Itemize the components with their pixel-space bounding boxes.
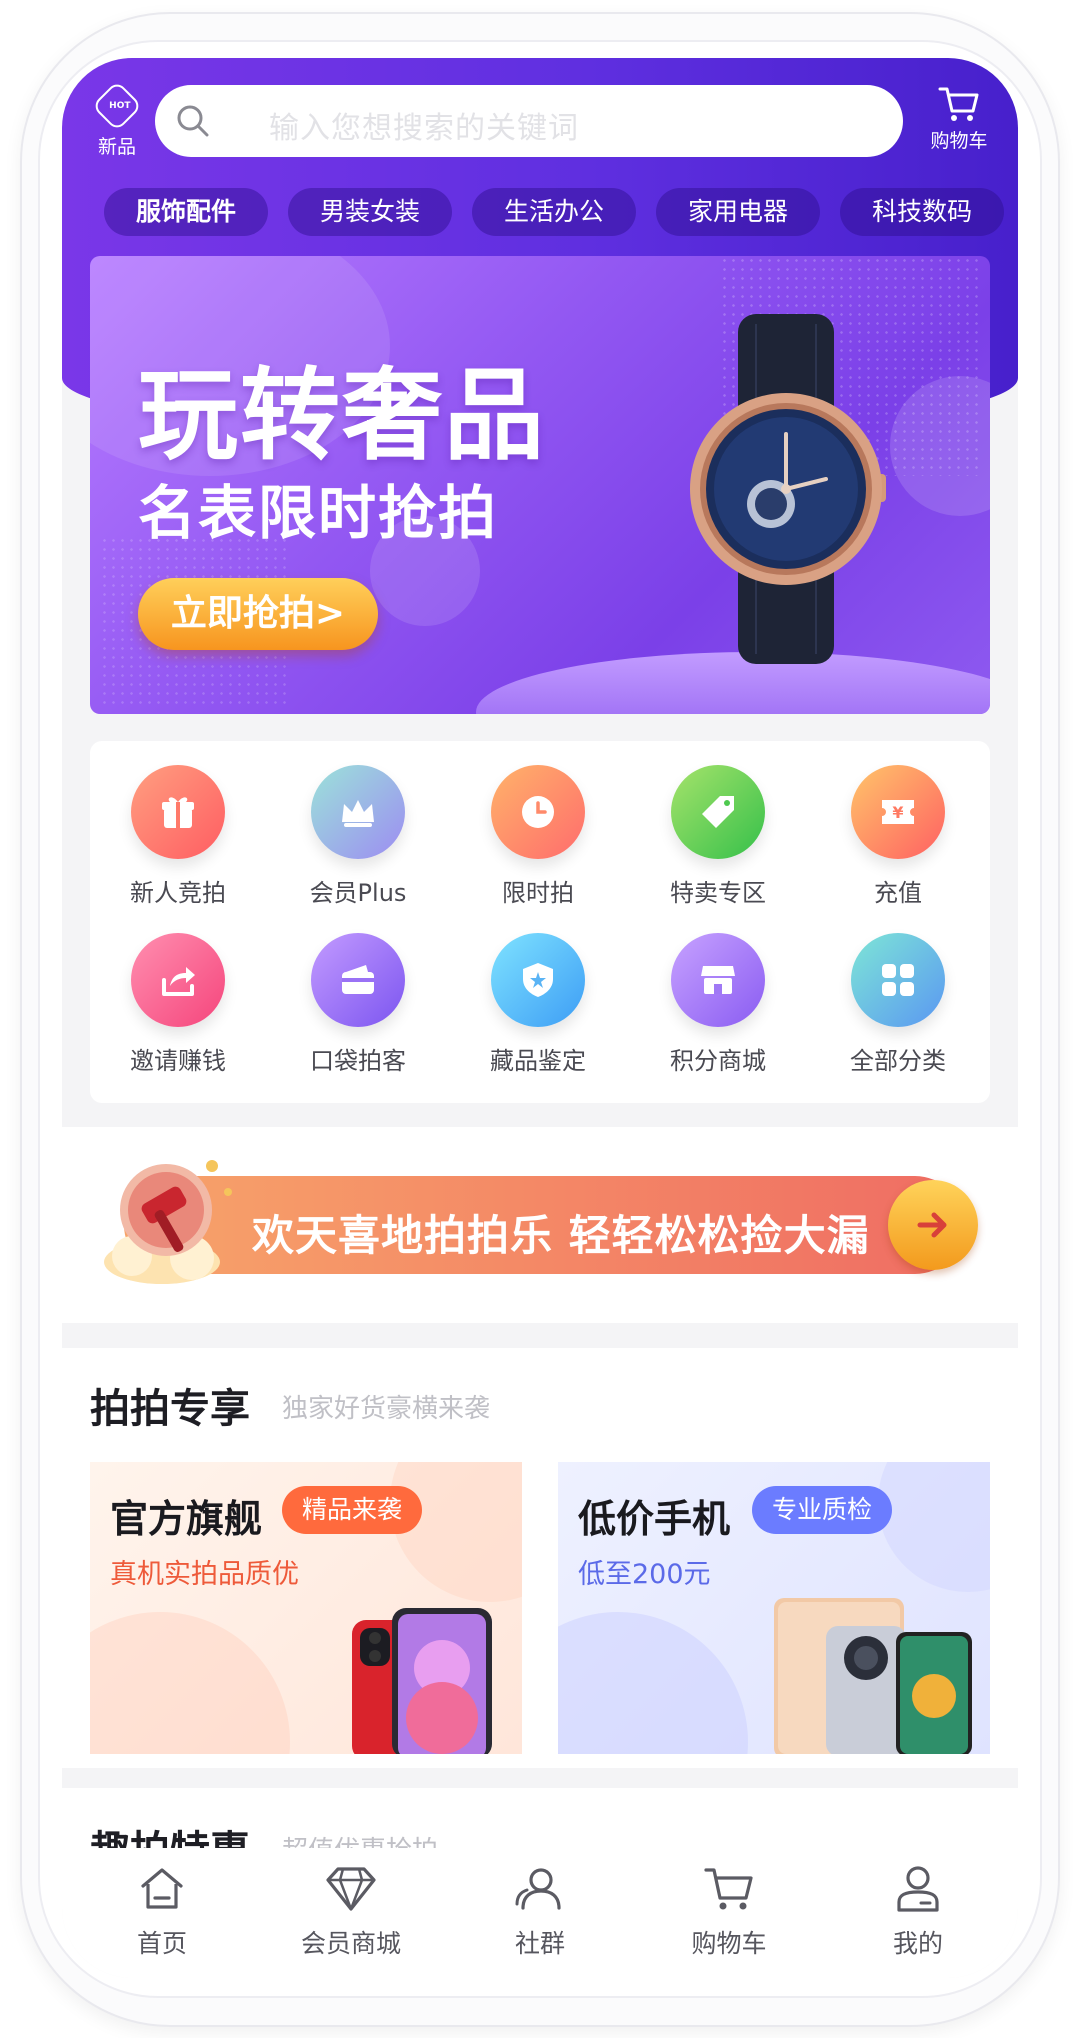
budget-phone-tile[interactable]: 低价手机 专业质检 低至200元	[558, 1462, 990, 1754]
tile-title: 低价手机	[578, 1497, 731, 1541]
profile-icon	[897, 1866, 939, 1912]
grid-label: 口袋拍客	[310, 1047, 406, 1075]
app-screen: HOT 新品 输入您想搜索的关键词 购物车 服饰配件 男装女装 生活办公 家用电器 科技…	[62, 58, 1018, 1978]
bottom-nav: 首页 会员商城 社群 购物车 我的	[62, 1848, 1018, 1978]
gavel-icon	[104, 1160, 232, 1284]
new-items-label: 新品	[97, 136, 136, 158]
promo-arrow-button[interactable]	[888, 1180, 978, 1270]
grid-label: 积分商城	[670, 1047, 766, 1075]
arrow-right-icon	[917, 1212, 947, 1238]
feature-grid: 新人竞拍 会员Plus 限时拍 特卖专区 ¥ 充值 邀请赚钱 口袋拍客 藏品鉴定…	[90, 741, 990, 1103]
grid-item-points-mall[interactable]: 积分商城	[653, 933, 783, 1076]
grid-item-pocket-bidder[interactable]: 口袋拍客	[293, 933, 423, 1076]
new-items-button[interactable]: HOT 新品	[82, 80, 152, 158]
grid-label: 会员Plus	[309, 879, 407, 907]
grid-item-new-user-bid[interactable]: 新人竞拍	[113, 765, 243, 908]
grid-item-top-up[interactable]: ¥ 充值	[833, 765, 963, 908]
header-cart-button[interactable]: 购物车	[914, 84, 1004, 153]
grid-icon	[851, 933, 945, 1027]
category-tab[interactable]: 科技数码	[840, 188, 1005, 236]
nav-cart[interactable]: 购物车	[659, 1864, 799, 1960]
wallet-icon	[311, 933, 405, 1027]
tile-desc: 低至200元	[578, 1559, 711, 1590]
tile-tag: 精品来袭	[282, 1486, 423, 1534]
hot-badge-icon: HOT	[91, 80, 143, 132]
nav-label: 社群	[514, 1929, 565, 1958]
grid-label: 邀请赚钱	[130, 1047, 226, 1075]
shield-icon	[491, 933, 585, 1027]
banner-title: 玩转奢品	[138, 357, 546, 474]
tile-title: 官方旗舰	[110, 1497, 263, 1541]
exclusive-subtitle: 独家好货豪横来袭	[282, 1394, 491, 1424]
header-cart-label: 购物车	[930, 130, 988, 152]
grid-label: 新人竞拍	[130, 879, 226, 907]
search-placeholder: 输入您想搜索的关键词	[269, 111, 579, 146]
phone-image	[774, 1598, 972, 1754]
home-icon	[141, 1868, 183, 1909]
share-icon	[131, 933, 225, 1027]
crown-icon	[311, 765, 405, 859]
search-input[interactable]: 输入您想搜索的关键词	[155, 85, 903, 157]
category-tabs: 服饰配件 男装女装 生活办公 家用电器 科技数码	[104, 188, 1018, 238]
nav-label: 购物车	[691, 1929, 767, 1958]
grid-item-member-plus[interactable]: 会员Plus	[293, 765, 423, 908]
category-tab[interactable]: 男装女装	[288, 188, 453, 236]
tile-decoration	[90, 1612, 290, 1754]
community-icon	[515, 1868, 561, 1910]
grid-label: 藏品鉴定	[490, 1047, 586, 1075]
svg-text:¥: ¥	[892, 803, 903, 822]
nav-label: 我的	[892, 1929, 943, 1958]
search-icon	[177, 105, 209, 137]
coupon-icon: ¥	[851, 765, 945, 859]
grid-item-invite-earn[interactable]: 邀请赚钱	[113, 933, 243, 1076]
grid-label: 特卖专区	[670, 879, 766, 907]
exclusive-title: 拍拍专享	[90, 1386, 250, 1432]
nav-member-mall[interactable]: 会员商城	[281, 1864, 421, 1960]
grid-item-flash-bid[interactable]: 限时拍	[473, 765, 603, 908]
tag-icon	[671, 765, 765, 859]
nav-community[interactable]: 社群	[470, 1864, 610, 1960]
nav-home[interactable]: 首页	[92, 1864, 232, 1960]
grid-label: 全部分类	[850, 1047, 946, 1075]
category-tab[interactable]: 生活办公	[472, 188, 637, 236]
grid-label: 充值	[874, 879, 922, 907]
official-flagship-tile[interactable]: 官方旗舰 精品来袭 真机实拍品质优	[90, 1462, 522, 1754]
nav-label: 首页	[136, 1929, 187, 1958]
tile-decoration	[558, 1612, 748, 1754]
diamond-icon	[326, 1867, 376, 1911]
promo-text: 欢天喜地拍拍乐 轻轻松松捡大漏	[252, 1211, 870, 1260]
gift-icon	[131, 765, 225, 859]
category-tab[interactable]: 家用电器	[656, 188, 821, 236]
grid-item-special-sale[interactable]: 特卖专区	[653, 765, 783, 908]
store-icon	[671, 933, 765, 1027]
cart-icon	[704, 1868, 753, 1910]
nav-label: 会员商城	[300, 1929, 401, 1958]
clock-icon	[491, 765, 585, 859]
promo-banner[interactable]: 玩转奢品 名表限时抢拍 立即抢拍>	[90, 256, 990, 714]
tile-desc: 真机实拍品质优	[110, 1559, 299, 1590]
grid-item-appraisal[interactable]: 藏品鉴定	[473, 933, 603, 1076]
watch-image	[690, 314, 886, 664]
bid-now-button[interactable]: 立即抢拍>	[138, 578, 378, 650]
grid-item-all-categories[interactable]: 全部分类	[833, 933, 963, 1076]
category-tab[interactable]: 服饰配件	[104, 188, 269, 236]
cart-icon	[938, 87, 979, 121]
grid-label: 限时拍	[502, 879, 574, 907]
tile-decoration	[390, 1462, 522, 1602]
phone-image	[352, 1608, 492, 1754]
tile-tag: 专业质检	[752, 1486, 893, 1534]
banner-subtitle: 名表限时抢拍	[138, 479, 499, 547]
nav-profile[interactable]: 我的	[848, 1864, 988, 1960]
tile-decoration	[878, 1462, 990, 1592]
